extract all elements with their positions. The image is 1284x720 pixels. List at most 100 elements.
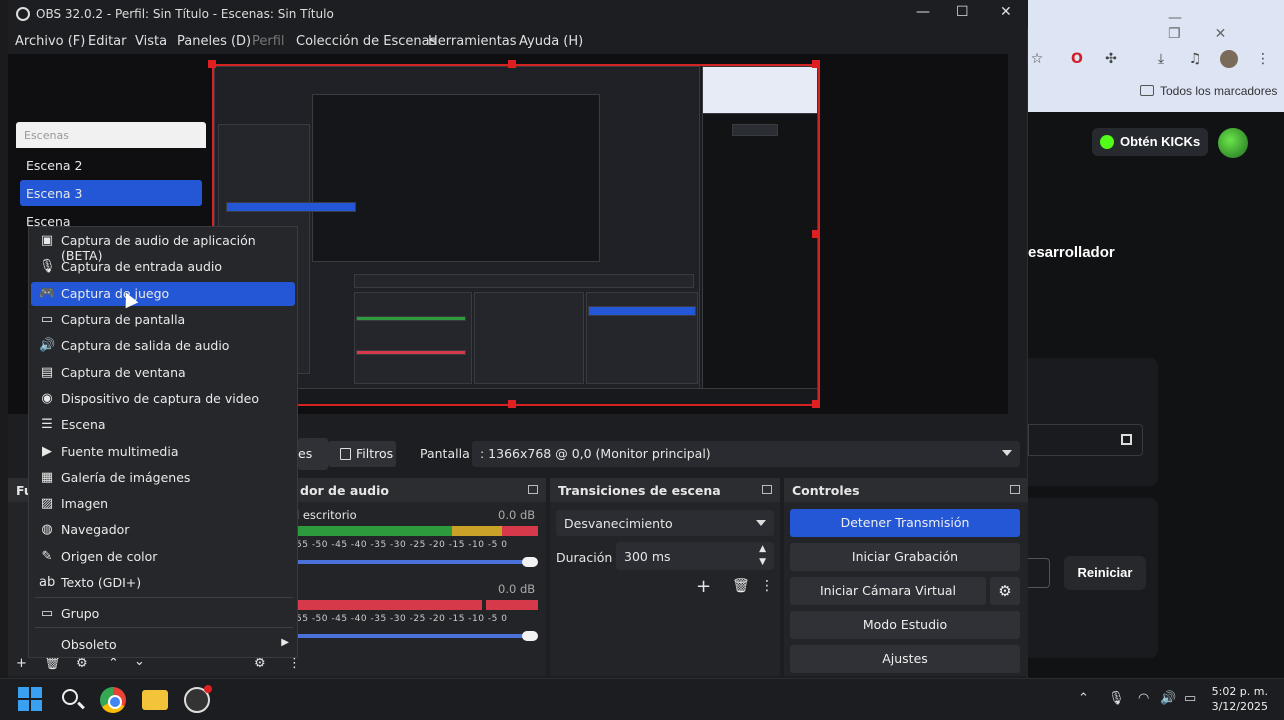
obs-taskbar-icon[interactable] [184,685,212,713]
spin-up-icon[interactable]: ▲ [759,544,766,554]
windows-start-icon[interactable] [18,687,44,713]
menu-item-color-source[interactable]: ✎ Origen de color [31,545,295,569]
menu-item-audio-output[interactable]: 🔊 Captura de salida de audio [31,334,295,358]
menu-perfil[interactable]: Perfil [252,34,285,49]
virtual-camera-button[interactable]: Iniciar Cámara Virtual [790,577,986,605]
menu-herramientas[interactable]: Herramientas [428,34,517,49]
menu-archivo[interactable]: Archivo (F) [15,34,85,49]
bookmarks-bar[interactable]: Todos los marcadores [1140,84,1277,98]
copy-icon[interactable] [1121,434,1132,445]
developer-heading: esarrollador [1028,244,1115,261]
menu-item-app-audio[interactable]: ▣ Captura de audio de aplicación (BETA) [31,229,295,263]
volume-knob[interactable] [522,557,538,567]
wifi-icon[interactable]: ◠ [1138,691,1149,706]
resize-handle-t[interactable] [508,60,516,68]
key-field[interactable] [1028,424,1143,456]
menu-item-display-capture[interactable]: ▭ Captura de pantalla [31,308,295,332]
menu-coleccion[interactable]: Colección de Escenas [296,34,436,49]
copy-button[interactable] [1028,558,1050,588]
source-gear-icon[interactable]: ⚙ [254,656,266,671]
menu-item-browser[interactable]: ◍ Navegador [31,518,295,542]
recording-indicator-icon [204,685,212,693]
menu-ayuda[interactable]: Ayuda (H) [519,34,583,49]
search-icon[interactable] [60,687,86,713]
menu-item-image-slideshow[interactable]: ▦ Galería de imágenes [31,466,295,490]
menu-item-window-capture[interactable]: ▤ Captura de ventana [31,361,295,385]
file-explorer-icon[interactable] [142,690,168,710]
gear-icon[interactable]: ⚙ [76,656,88,671]
menu-item-media-source[interactable]: ▶ Fuente multimedia [31,440,295,464]
resize-handle-br[interactable] [812,400,820,408]
trash-icon[interactable]: 🗑 [732,578,750,594]
display-select[interactable]: : 1366x768 @ 0,0 (Monitor principal) [472,441,1020,467]
menu-separator [35,627,293,628]
chrome-icon[interactable] [100,687,126,713]
kick-button[interactable]: Obtén KICKs [1092,128,1208,156]
battery-icon[interactable]: ▭ [1184,691,1196,706]
trash-icon[interactable]: 🗑 [44,656,61,671]
spin-down-icon[interactable]: ▼ [759,557,766,567]
minimize-button[interactable]: — [916,4,930,20]
transition-select[interactable]: Desvanecimiento [556,510,774,536]
chevron-up-icon[interactable]: ⌃ [108,656,119,671]
controls-header: Controles [784,478,1028,502]
profile-avatar[interactable] [1220,50,1238,68]
avatar[interactable] [1218,128,1248,158]
menu-item-text-gdi[interactable]: ab Texto (GDI+) [31,571,295,595]
menu-item-game-capture[interactable]: 🎮 Captura de juego [31,282,295,306]
menu-item-video-capture[interactable]: ◉ Dispositivo de captura de video [31,387,295,411]
app-audio-icon: ▣ [40,233,54,248]
browser-window-controls[interactable]: —❐ ✕ [1168,10,1284,42]
filters-label: Filtros [356,446,394,461]
volume-slider[interactable] [296,560,528,564]
resize-handle-b[interactable] [508,400,516,408]
volume-knob[interactable] [522,631,538,641]
download-icon[interactable]: ⤓ [1152,50,1170,68]
menu-item-deprecated[interactable]: Obsoleto ▶ [31,633,295,657]
resize-handle-tr[interactable] [812,60,820,68]
menu-item-scene[interactable]: ☰ Escena [31,413,295,437]
preview-source-frame[interactable] [212,64,820,406]
start-recording-button[interactable]: Iniciar Grabación [790,543,1020,571]
add-icon[interactable]: + [696,576,711,597]
popout-icon[interactable] [1010,485,1020,494]
volume-slider[interactable] [296,634,528,638]
menu-editar[interactable]: Editar [88,34,127,49]
menu-item-audio-input[interactable]: 🎙 Captura de entrada audio [31,255,295,279]
popout-icon[interactable] [762,485,772,494]
popout-icon[interactable] [528,485,538,494]
chevron-up-icon[interactable]: ⌃ [1078,691,1089,706]
resize-handle-tl[interactable] [208,60,216,68]
clock[interactable]: 5:02 p. m. 3/12/2025 [1212,684,1268,714]
settings-button[interactable]: Ajustes [790,645,1020,673]
add-icon[interactable]: + [16,656,27,671]
media-icon[interactable]: ♫ [1186,50,1204,68]
more-icon[interactable]: ⋮ [1254,50,1272,68]
gear-icon[interactable]: ⚙ [990,577,1020,605]
controls-dock: Controles Detener Transmisión Iniciar Gr… [784,478,1028,676]
studio-mode-button[interactable]: Modo Estudio [790,611,1020,639]
opera-icon[interactable]: O [1068,50,1086,68]
more-icon[interactable]: ⋮ [288,656,301,671]
scene-item[interactable]: Escena 2 [20,152,202,178]
filters-button[interactable]: Filtros [328,441,396,467]
more-icon[interactable]: ⋮ [760,578,774,594]
reiniciar-button[interactable]: Reiniciar [1064,556,1146,590]
microphone-icon[interactable]: 🎙 [1108,691,1125,706]
close-button[interactable]: ✕ [1000,4,1012,20]
menu-item-image[interactable]: ▨ Imagen [31,492,295,516]
resize-handle-r[interactable] [812,230,820,238]
volume-icon[interactable]: 🔊 [1160,691,1176,706]
nested-stop-button [588,306,696,316]
maximize-button[interactable]: ☐ [956,4,969,20]
scene-item-selected[interactable]: Escena 3 [20,180,202,206]
menu-paneles[interactable]: Paneles (D) [177,34,251,49]
stop-stream-button[interactable]: Detener Transmisión [790,509,1020,537]
extensions-icon[interactable]: ✣ [1102,50,1120,68]
star-icon[interactable]: ☆ [1028,50,1046,68]
menu-vista[interactable]: Vista [135,34,167,49]
meter-red [502,526,538,536]
transitions-title: Transiciones de escena [558,483,721,498]
menu-item-group[interactable]: ▭ Grupo [31,602,295,626]
duration-spinbox[interactable]: 300 ms ▲ ▼ [616,542,774,570]
